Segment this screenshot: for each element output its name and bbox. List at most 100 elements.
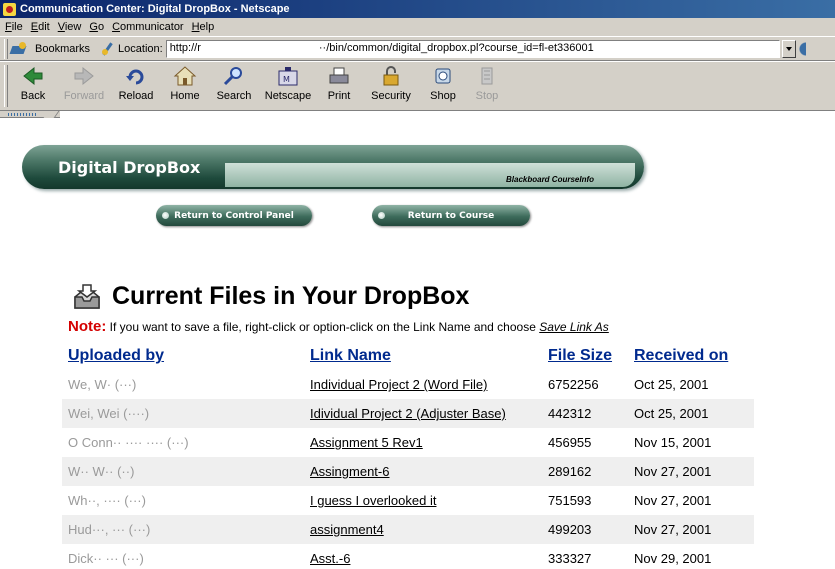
menu-edit[interactable]: Edit xyxy=(31,21,50,33)
reload-button[interactable]: Reload xyxy=(113,65,159,102)
search-button[interactable]: Search xyxy=(211,65,257,102)
table-row: We, W· (···) Individual Project 2 (Word … xyxy=(62,370,754,399)
table-row: Dick·· ··· (···) Asst.-6 333327 Nov 29, … xyxy=(62,544,754,569)
stop-button[interactable]: Stop xyxy=(467,65,507,102)
link-cell: Assignment 5 Rev1 xyxy=(304,428,542,457)
forward-button[interactable]: Forward xyxy=(59,65,109,102)
column-header-received-on[interactable]: Received on xyxy=(628,342,754,370)
file-link[interactable]: Assignment 5 Rev1 xyxy=(310,435,423,450)
url-input[interactable]: http://r ··/bin/common/digital_dropbox.pl… xyxy=(165,39,780,58)
return-to-course-button[interactable]: Return to Course xyxy=(372,205,530,226)
print-button[interactable]: Print xyxy=(319,65,359,102)
menu-go[interactable]: Go xyxy=(89,21,104,33)
home-icon xyxy=(173,66,197,86)
back-label: Back xyxy=(20,90,46,102)
stop-icon xyxy=(481,67,493,85)
shop-icon xyxy=(435,68,451,84)
return-to-control-panel-button[interactable]: Return to Control Panel xyxy=(156,205,312,226)
received-date-cell: Nov 27, 2001 xyxy=(634,493,712,508)
received-date-cell: Nov 27, 2001 xyxy=(628,515,754,544)
file-link[interactable]: Asst.-6 xyxy=(310,551,350,566)
banner-title: Digital DropBox xyxy=(58,158,201,177)
received-date-cell: Oct 25, 2001 xyxy=(628,399,754,428)
note-text: If you want to save a file, right-click … xyxy=(106,320,540,334)
dropbox-files-table: Uploaded by Link Name File Size Received… xyxy=(62,342,754,569)
received-date-cell: Nov 29, 2001 xyxy=(634,551,712,566)
stop-label: Stop xyxy=(475,90,499,102)
save-link-as-text: Save Link As xyxy=(539,320,609,334)
location-label: Location: xyxy=(118,42,163,55)
table-row: Wei, Wei (····) Idividual Project 2 (Adj… xyxy=(62,399,754,428)
file-size-cell: 456955 xyxy=(548,435,592,450)
file-link[interactable]: Assingment-6 xyxy=(310,464,389,479)
page-heading-group: Current Files in Your DropBox xyxy=(72,282,469,311)
table-header-row: Uploaded by Link Name File Size Received… xyxy=(62,342,754,370)
home-button[interactable]: Home xyxy=(163,65,207,102)
table-row: W·· W·· (··) Assingment-6 289162 Nov 27,… xyxy=(62,457,754,486)
url-history-dropdown[interactable] xyxy=(781,39,796,58)
reload-label: Reload xyxy=(118,90,154,102)
forward-arrow-icon xyxy=(74,66,94,86)
home-label: Home xyxy=(170,90,200,102)
menu-help[interactable]: Help xyxy=(192,21,215,33)
file-link[interactable]: Individual Project 2 (Word File) xyxy=(310,377,488,392)
file-size-cell: 751593 xyxy=(548,493,592,508)
bookmarks-button[interactable]: Bookmarks xyxy=(11,41,91,56)
back-arrow-icon xyxy=(23,66,43,86)
uploader-cell: Wh··, ···· (···) xyxy=(68,493,146,508)
file-link[interactable]: I guess I overlooked it xyxy=(310,493,436,508)
url-start: http://r xyxy=(169,41,201,54)
link-cell: assignment4 xyxy=(304,515,542,544)
save-note: Note: If you want to save a file, right-… xyxy=(68,318,609,335)
link-cell: Assingment-6 xyxy=(304,457,542,486)
file-link[interactable]: Idividual Project 2 (Adjuster Base) xyxy=(310,406,506,421)
toolbar-collapse-tab[interactable] xyxy=(0,111,60,118)
menu-bar: File Edit View Go Communicator Help xyxy=(0,18,835,36)
security-lock-icon xyxy=(383,66,399,86)
search-icon xyxy=(223,67,242,86)
table-row: O Conn·· ···· ···· (···) Assignment 5 Re… xyxy=(62,428,754,457)
table-row: Wh··, ···· (···) I guess I overlooked it… xyxy=(62,486,754,515)
reload-icon xyxy=(126,69,144,85)
netscape-throbber-icon xyxy=(797,39,806,58)
column-header-file-size[interactable]: File Size xyxy=(542,342,628,370)
shop-button[interactable]: Shop xyxy=(423,65,463,102)
toolbar-grip[interactable] xyxy=(4,65,8,107)
button-bullet-icon xyxy=(162,212,169,219)
location-toolbar: Bookmarks Location: http://r ··/bin/commo… xyxy=(0,36,835,61)
column-header-link-name[interactable]: Link Name xyxy=(304,342,542,370)
uploader-cell: Hud···, ··· (···) xyxy=(62,515,304,544)
banner-subtitle: Blackboard CourseInfo xyxy=(506,175,595,184)
uploader-cell: Wei, Wei (····) xyxy=(62,399,304,428)
bookmarks-label: Bookmarks xyxy=(35,42,91,55)
print-icon xyxy=(329,67,349,84)
menu-view[interactable]: View xyxy=(58,21,82,33)
menu-communicator[interactable]: Communicator xyxy=(112,21,184,33)
back-button[interactable]: Back xyxy=(11,65,55,102)
file-size-cell: 333327 xyxy=(548,551,592,566)
file-size-cell: 6752256 xyxy=(548,377,599,392)
file-link[interactable]: assignment4 xyxy=(310,522,384,537)
uploader-cell: We, W· (···) xyxy=(68,377,137,392)
received-date-cell: Nov 15, 2001 xyxy=(634,435,712,450)
column-header-uploaded-by[interactable]: Uploaded by xyxy=(62,342,304,370)
toolbar-grip[interactable] xyxy=(4,38,8,59)
uploader-cell: O Conn·· ···· ···· (···) xyxy=(68,435,189,450)
netscape-button[interactable]: M Netscape xyxy=(261,65,315,102)
page-title: Current Files in Your DropBox xyxy=(112,282,470,310)
security-label: Security xyxy=(371,90,411,102)
dropbox-tray-icon xyxy=(74,283,100,309)
table-row: Hud···, ··· (···) assignment4 499203 Nov… xyxy=(62,515,754,544)
security-button[interactable]: Security xyxy=(363,65,419,102)
link-cell: Idividual Project 2 (Adjuster Base) xyxy=(304,399,542,428)
location-icon xyxy=(100,42,114,56)
link-cell: I guess I overlooked it xyxy=(304,486,542,515)
window-title: Communication Center: Digital DropBox - … xyxy=(20,3,290,15)
url-end: ··/bin/common/digital_dropbox.pl?course_… xyxy=(318,41,594,54)
link-cell: Individual Project 2 (Word File) xyxy=(304,370,542,399)
return-to-course-label: Return to Course xyxy=(407,210,495,221)
menu-file[interactable]: File xyxy=(5,21,23,33)
tab-grip-dots xyxy=(8,113,36,116)
link-cell: Asst.-6 xyxy=(304,544,542,569)
button-bullet-icon xyxy=(378,212,385,219)
